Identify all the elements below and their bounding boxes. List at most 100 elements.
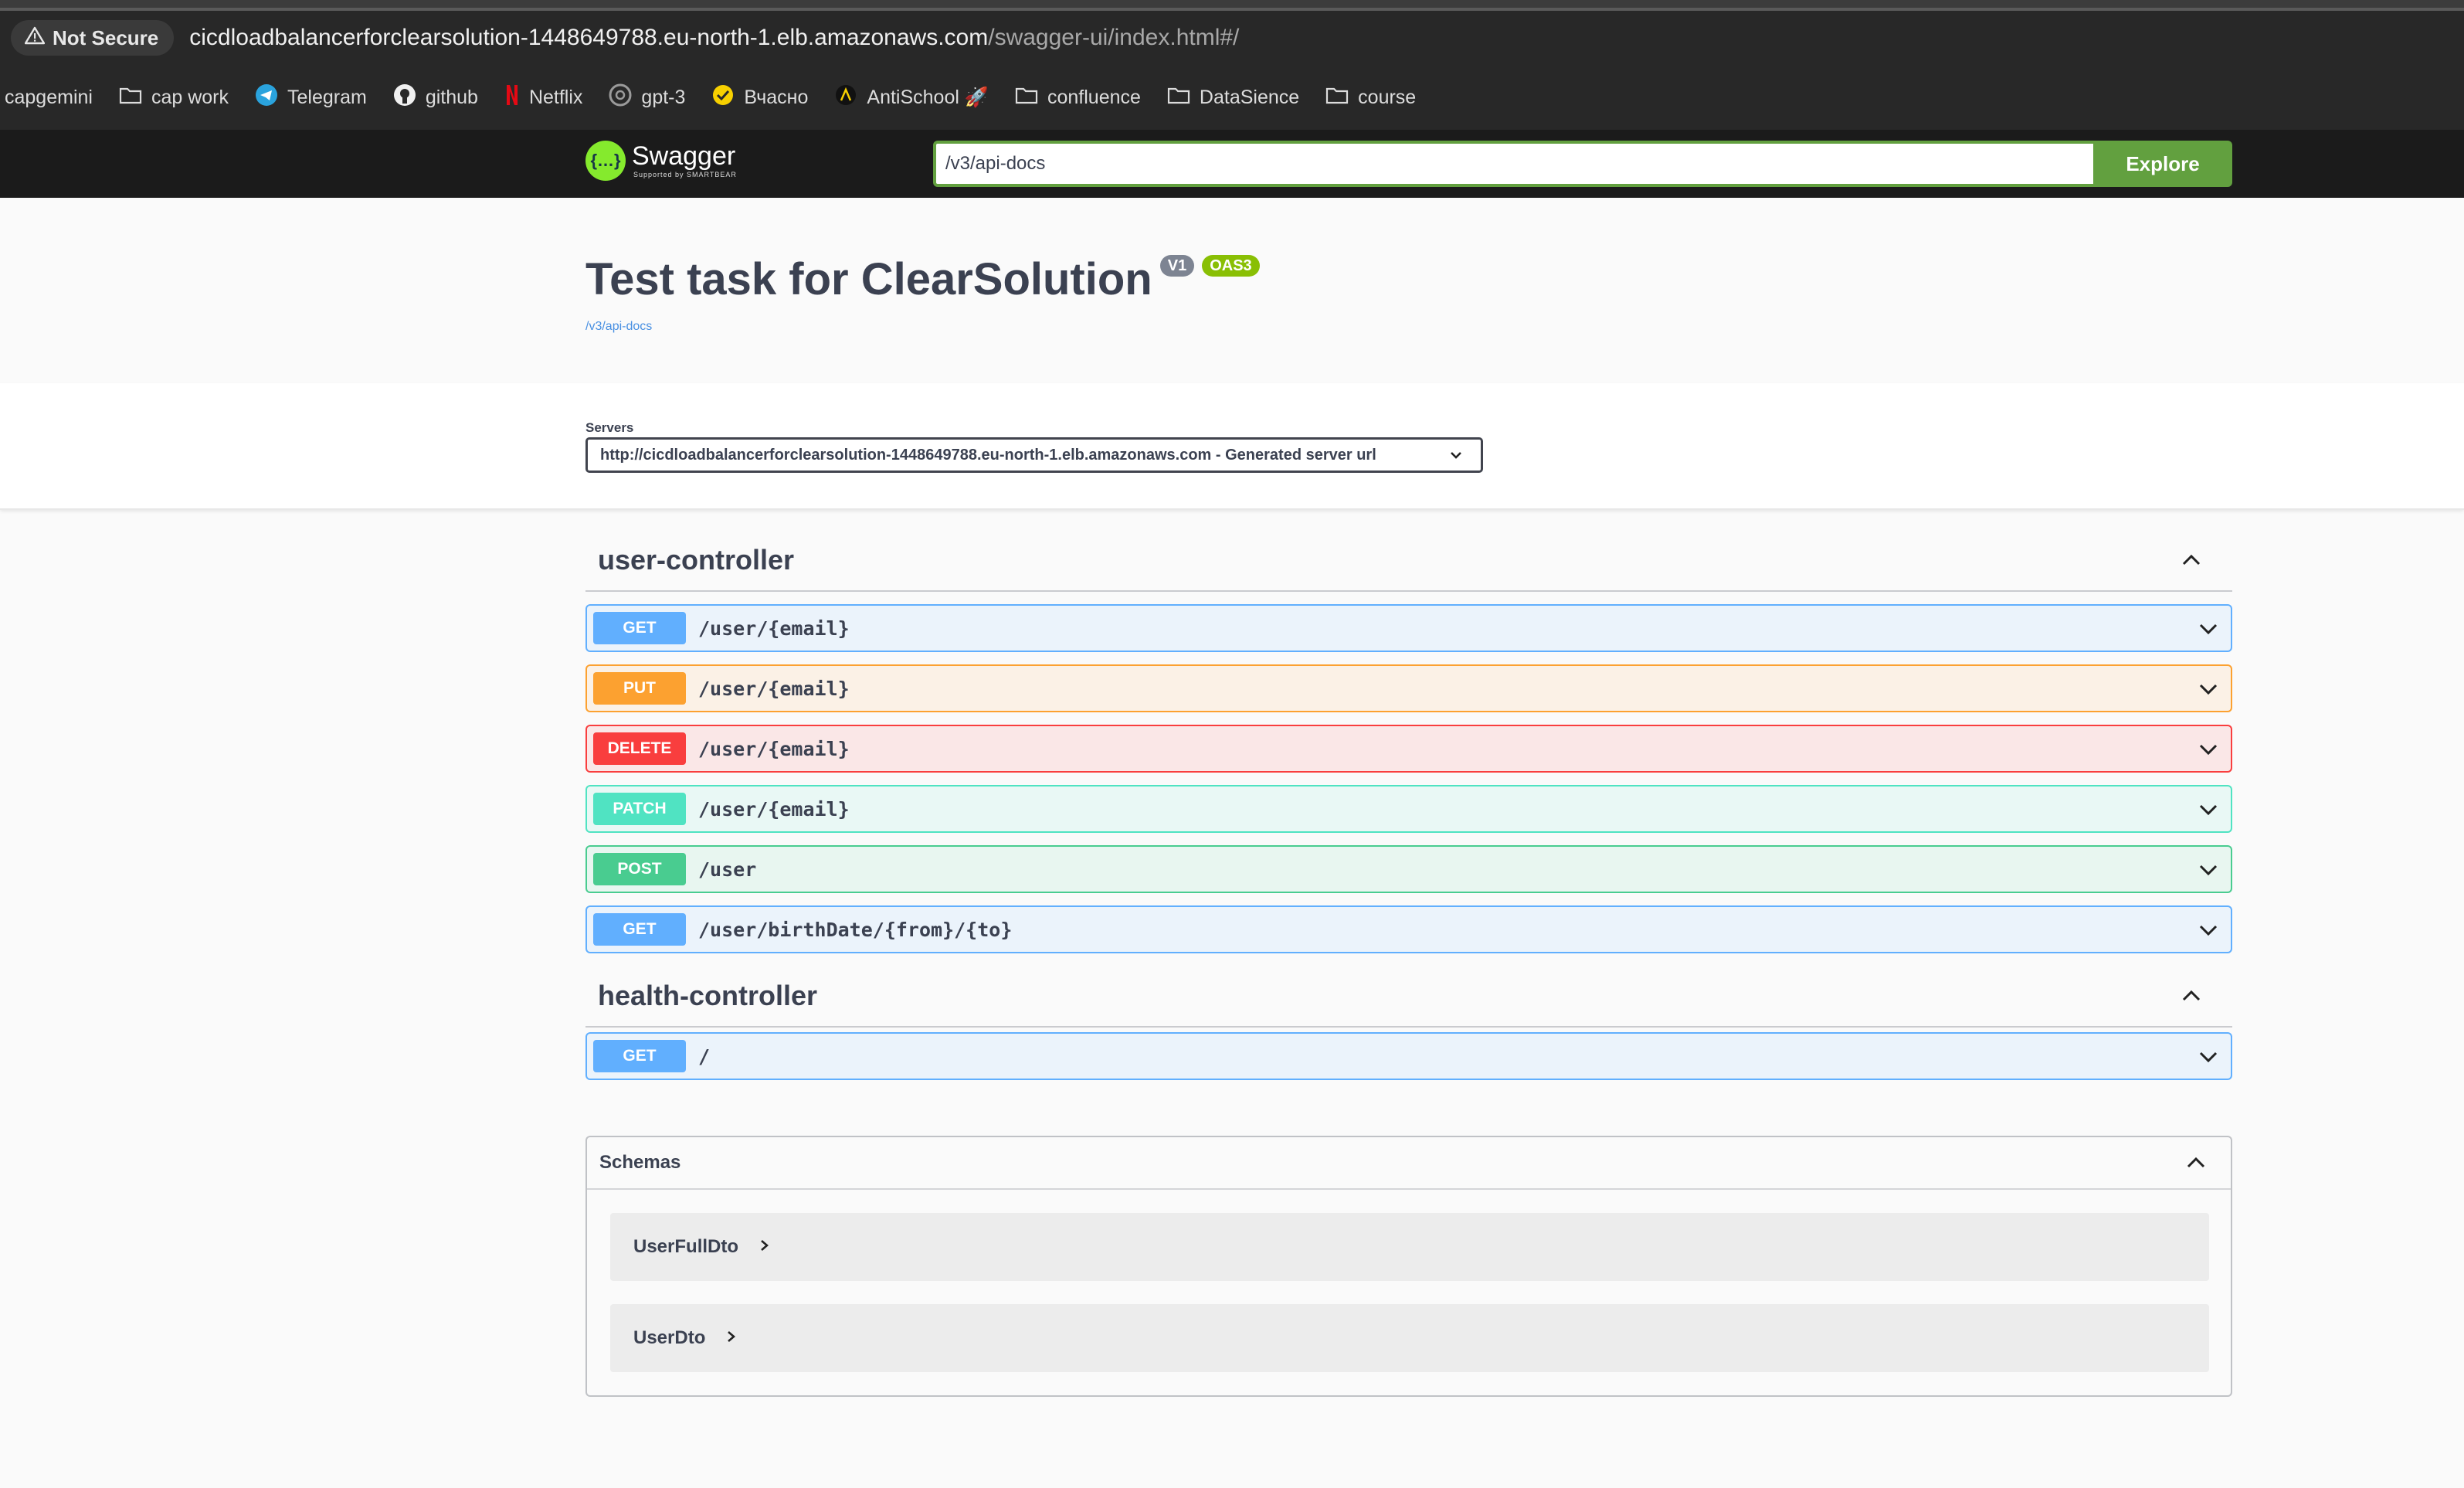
chevron-down-icon[interactable]: [2197, 921, 2220, 943]
telegram-icon: [255, 83, 278, 112]
method-badge: PATCH: [593, 793, 686, 825]
operation-get-root[interactable]: GET /: [585, 1032, 2232, 1080]
operation-get-user-birthdate[interactable]: GET /user/birthDate/{from}/{to}: [585, 905, 2232, 953]
chevron-down-icon[interactable]: [2197, 800, 2220, 823]
operation-patch-user-email[interactable]: PATCH /user/{email}: [585, 785, 2232, 833]
api-info: Test task for ClearSolution V1 OAS3 /v3/…: [0, 198, 2464, 383]
servers-select[interactable]: http://cicdloadbalancerforclearsolution-…: [585, 437, 1483, 473]
bookmark-label: github: [425, 86, 478, 108]
bookmarks-bar: capgemini cap work Telegram github Netfl…: [0, 65, 2464, 130]
bookmark-github[interactable]: github: [393, 83, 478, 112]
bookmark-telegram[interactable]: Telegram: [255, 83, 367, 112]
operation-path: /user/{email}: [698, 617, 850, 640]
folder-icon: [1325, 86, 1349, 110]
not-secure-label: Not Secure: [53, 25, 159, 49]
operation-post-user[interactable]: POST /user: [585, 845, 2232, 893]
bookmark-vchasno[interactable]: Вчасно: [711, 83, 808, 112]
tag-title: user-controller: [598, 544, 795, 576]
schema-model-userdto[interactable]: UserDto: [610, 1304, 2209, 1372]
chevron-up-icon[interactable]: [2180, 550, 2203, 572]
explore-button[interactable]: Explore: [2093, 141, 2232, 187]
antischool-icon: [834, 83, 857, 112]
folder-icon: [119, 86, 142, 110]
method-badge: PUT: [593, 672, 686, 705]
explore-form: Explore: [933, 141, 2232, 187]
operation-get-user-email[interactable]: GET /user/{email}: [585, 604, 2232, 652]
tag-health-controller[interactable]: health-controller: [585, 966, 2232, 1028]
window-top-strip: [0, 0, 2464, 11]
bookmark-label: gpt-3: [641, 86, 686, 108]
method-badge: GET: [593, 913, 686, 946]
method-badge: DELETE: [593, 732, 686, 765]
github-icon: [393, 83, 416, 112]
bookmark-label: Telegram: [287, 86, 367, 108]
schemas-title: Schemas: [599, 1152, 681, 1173]
operation-path: /user/birthDate/{from}/{to}: [698, 918, 1013, 941]
chevron-down-icon[interactable]: [2197, 1048, 2220, 1070]
chevron-up-icon[interactable]: [2184, 1153, 2208, 1175]
operation-path: /user: [698, 858, 757, 881]
bookmark-course[interactable]: course: [1325, 86, 1416, 110]
servers-section: Servers http://cicdloadbalancerforclears…: [0, 383, 2464, 510]
chevron-down-icon[interactable]: [2197, 861, 2220, 883]
folder-icon: [1015, 86, 1038, 110]
bookmark-datasience[interactable]: DataSience: [1167, 86, 1299, 110]
address-bar[interactable]: Not Secure cicdloadbalancerforclearsolut…: [0, 11, 2464, 65]
api-title-row: Test task for ClearSolution V1 OAS3: [585, 253, 1260, 305]
bookmark-antischool[interactable]: AntiSchool 🚀: [834, 83, 989, 112]
schema-model-userfulldto[interactable]: UserFullDto: [610, 1213, 2209, 1281]
folder-icon: [1167, 86, 1190, 110]
tag-title: health-controller: [598, 980, 818, 1011]
chevron-right-icon: [725, 1329, 738, 1348]
oas-badge: OAS3: [1202, 255, 1260, 277]
bookmark-cap-work[interactable]: cap work: [119, 86, 229, 110]
operation-delete-user-email[interactable]: DELETE /user/{email}: [585, 725, 2232, 773]
bookmark-capgemini[interactable]: capgemini: [5, 87, 93, 109]
schema-name: UserDto: [633, 1327, 706, 1348]
logo-text: Swagger: [632, 141, 736, 171]
schemas-header[interactable]: Schemas: [587, 1137, 2231, 1190]
chevron-down-icon[interactable]: [2197, 620, 2220, 642]
operation-path: /user/{email}: [698, 737, 850, 760]
servers-label: Servers: [585, 420, 634, 435]
bookmark-label: Netflix: [528, 86, 583, 108]
chevron-right-icon: [759, 1238, 771, 1257]
operation-path: /: [698, 1045, 711, 1068]
method-badge: GET: [593, 612, 686, 644]
openai-icon: [609, 83, 632, 112]
bookmark-label: DataSience: [1199, 86, 1300, 108]
operation-put-user-email[interactable]: PUT /user/{email}: [585, 664, 2232, 712]
method-badge: GET: [593, 1040, 686, 1072]
vchasno-icon: [711, 83, 735, 112]
chevron-down-icon: [1447, 446, 1465, 469]
bookmark-label: AntiSchool 🚀: [867, 86, 989, 108]
not-secure-indicator[interactable]: Not Secure: [11, 20, 175, 56]
bookmark-gpt3[interactable]: gpt-3: [609, 83, 685, 112]
bookmark-label: Вчасно: [744, 86, 809, 108]
chevron-down-icon[interactable]: [2197, 680, 2220, 702]
servers-selected-value: http://cicdloadbalancerforclearsolution-…: [600, 446, 1376, 464]
url-path: /swagger-ui/index.html#/: [988, 25, 1240, 50]
bookmark-label: course: [1358, 86, 1417, 108]
swagger-logo[interactable]: {…} Swagger Supported by SMARTBEAR: [585, 141, 737, 181]
method-badge: POST: [593, 853, 686, 885]
url-text[interactable]: cicdloadbalancerforclearsolution-1448649…: [189, 25, 1239, 51]
tag-user-controller[interactable]: user-controller: [585, 530, 2232, 592]
operation-path: /user/{email}: [698, 797, 850, 820]
spec-link[interactable]: /v3/api-docs: [585, 320, 652, 334]
url-host: cicdloadbalancerforclearsolution-1448649…: [189, 25, 989, 50]
version-badge: V1: [1159, 255, 1195, 277]
operations-list: user-controller GET /user/{email} PUT /u…: [585, 530, 2232, 1080]
swagger-logo-icon: {…}: [585, 141, 626, 181]
bookmark-label: cap work: [151, 86, 229, 108]
bookmark-label: confluence: [1047, 86, 1141, 108]
bookmark-netflix[interactable]: Netflix: [504, 83, 582, 112]
netflix-icon: [504, 83, 520, 112]
spec-url-input[interactable]: [933, 141, 2093, 187]
chevron-down-icon[interactable]: [2197, 740, 2220, 763]
bookmark-label: capgemini: [5, 86, 93, 108]
warning-icon: [24, 26, 46, 50]
operation-path: /user/{email}: [698, 677, 850, 700]
chevron-up-icon[interactable]: [2180, 986, 2203, 1008]
bookmark-confluence[interactable]: confluence: [1015, 86, 1141, 110]
